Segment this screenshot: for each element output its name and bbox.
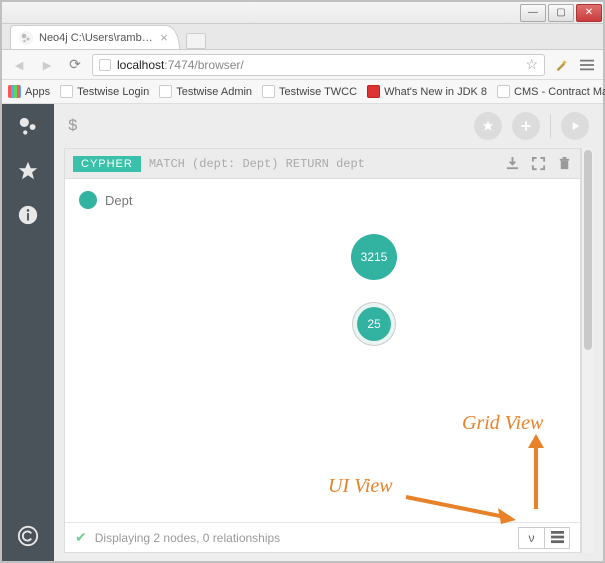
bookmark-label: Testwise Admin	[176, 86, 252, 98]
page-icon	[262, 85, 275, 98]
reload-button[interactable]: ⟳	[64, 54, 86, 76]
page-favicon-icon	[99, 59, 111, 71]
result-header: CYPHER MATCH (dept: Dept) RETURN dept	[65, 149, 580, 179]
node-label: 3215	[361, 250, 388, 264]
download-icon[interactable]	[504, 156, 520, 172]
status-text: Displaying 2 nodes, 0 relationships	[95, 531, 280, 545]
result-footer: ✔ Displaying 2 nodes, 0 relationships ν	[65, 522, 580, 552]
graph-node[interactable]: 3215	[351, 234, 397, 280]
editor-row: $	[54, 104, 603, 148]
cypher-badge: CYPHER	[73, 156, 141, 172]
scrollbar-thumb[interactable]	[584, 150, 592, 350]
browser-tabstrip: Neo4j C:\Users\rambabu... ×	[2, 24, 603, 50]
grid-apps-icon	[8, 85, 21, 98]
graph-node-selected[interactable]: 25	[357, 307, 391, 341]
address-bar[interactable]: localhost:7474/browser/ ☆	[92, 54, 545, 76]
window-minimize-button[interactable]: —	[520, 4, 546, 22]
separator	[550, 114, 551, 138]
apps-button[interactable]: Apps	[8, 85, 50, 98]
window-maximize-button[interactable]: ▢	[548, 4, 574, 22]
bookmark-label: CMS - Contract Ma...	[514, 86, 605, 98]
bookmark-item[interactable]: What's New in JDK 8	[367, 85, 487, 98]
legend[interactable]: Dept	[79, 191, 132, 209]
browser-tab-active[interactable]: Neo4j C:\Users\rambabu... ×	[10, 25, 180, 49]
run-button[interactable]	[561, 112, 589, 140]
page-icon	[367, 85, 380, 98]
bookmark-label: Testwise TWCC	[279, 86, 357, 98]
query-text: MATCH (dept: Dept) RETURN dept	[149, 157, 365, 171]
expand-icon[interactable]	[530, 156, 546, 172]
bookmark-item[interactable]: CMS - Contract Ma...	[497, 85, 605, 98]
bookmark-item[interactable]: Testwise Login	[60, 85, 149, 98]
tab-close-icon[interactable]: ×	[157, 31, 171, 45]
result-panel-wrap: CYPHER MATCH (dept: Dept) RETURN dept De…	[54, 148, 603, 561]
grid-view-button[interactable]	[544, 527, 570, 549]
legend-label: Dept	[105, 193, 132, 208]
favorite-button[interactable]	[474, 112, 502, 140]
new-tab-button[interactable]	[186, 33, 206, 49]
neo4j-browser-app: $ CYPHER MATCH (dept: Dept) RETURN d	[2, 104, 603, 561]
sidebar-favorites-icon[interactable]	[15, 158, 41, 184]
page-icon	[497, 85, 510, 98]
page-icon	[60, 85, 73, 98]
url-path: :7474/browser/	[164, 58, 243, 72]
bookmark-label: Testwise Login	[77, 86, 149, 98]
bookmark-item[interactable]: Testwise Admin	[159, 85, 252, 98]
chrome-menu-icon[interactable]	[577, 55, 597, 75]
editor-prompt: $	[68, 117, 78, 135]
node-label: 25	[367, 317, 380, 331]
add-button[interactable]	[512, 112, 540, 140]
window-titlebar: — ▢ ✕	[2, 2, 603, 24]
bookmark-item[interactable]: Testwise TWCC	[262, 85, 357, 98]
app-sidebar	[2, 104, 54, 561]
trash-icon[interactable]	[556, 156, 572, 172]
browser-tab-title: Neo4j C:\Users\rambabu...	[39, 32, 157, 44]
magic-wand-icon[interactable]	[551, 55, 571, 75]
sidebar-copyright-icon[interactable]	[15, 523, 41, 549]
bookmarks-bar: Apps Testwise Login Testwise Admin Testw…	[2, 80, 603, 104]
back-button[interactable]: ◄	[8, 54, 30, 76]
app-main: $ CYPHER MATCH (dept: Dept) RETURN d	[54, 104, 603, 561]
sidebar-database-icon[interactable]	[15, 114, 41, 140]
vertical-scrollbar[interactable]	[581, 148, 593, 553]
check-icon: ✔	[75, 529, 87, 546]
bookmark-label: Apps	[25, 86, 50, 98]
url-host: localhost	[117, 58, 164, 72]
result-panel: CYPHER MATCH (dept: Dept) RETURN dept De…	[64, 148, 581, 553]
sidebar-info-icon[interactable]	[15, 202, 41, 228]
window-close-button[interactable]: ✕	[576, 4, 602, 22]
legend-swatch-icon	[79, 191, 97, 209]
bookmark-star-icon[interactable]: ☆	[525, 56, 538, 73]
neo4j-favicon-icon	[19, 31, 33, 45]
graph-canvas[interactable]: Dept 3215 25	[65, 179, 580, 522]
ui-view-button[interactable]: ν	[518, 527, 544, 549]
page-icon	[159, 85, 172, 98]
bookmark-label: What's New in JDK 8	[384, 86, 487, 98]
browser-toolbar: ◄ ► ⟳ localhost:7474/browser/ ☆	[2, 50, 603, 80]
forward-button[interactable]: ►	[36, 54, 58, 76]
